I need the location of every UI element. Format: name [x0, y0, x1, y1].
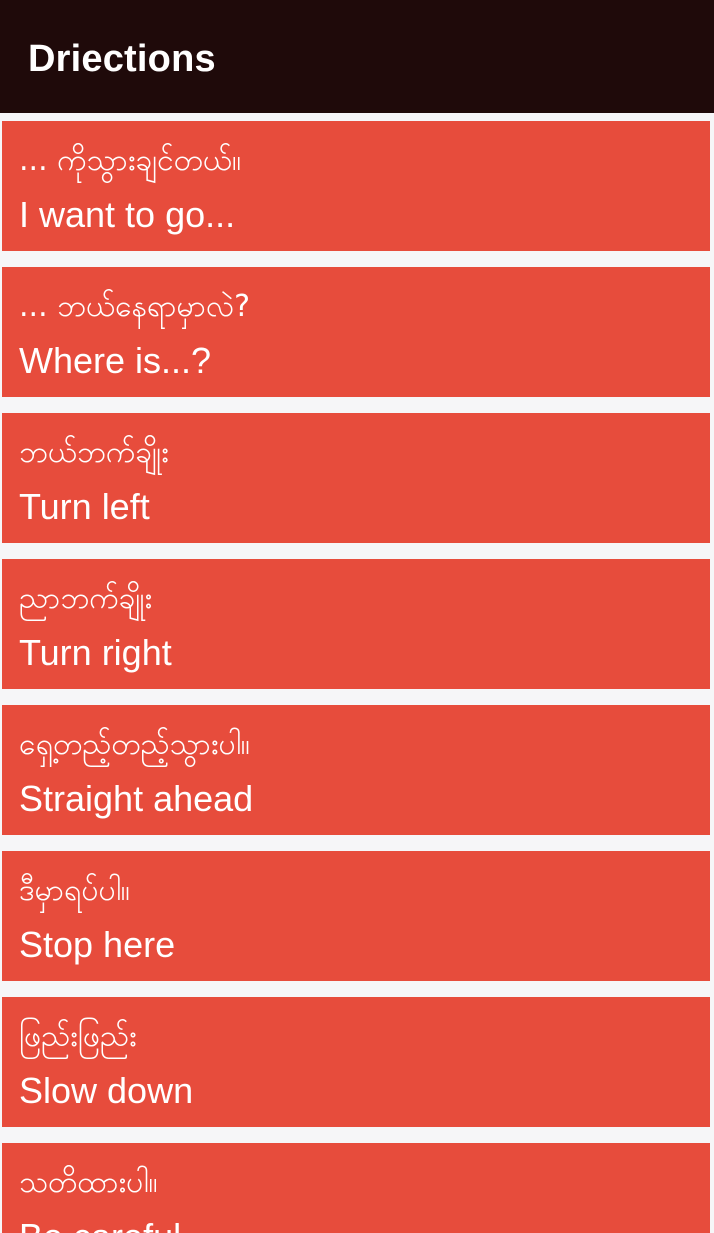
phrase-english: Be careful — [19, 1215, 181, 1233]
phrase-english: Turn right — [19, 632, 172, 673]
phrase-burmese: ... ကိုသွားချင်တယ်။ — [19, 143, 242, 178]
phrase-burmese: ရှေ့တည့်တည့်သွားပါ။ — [19, 727, 250, 762]
page-title: Driections — [28, 38, 216, 80]
phrase-english: Straight ahead — [19, 778, 254, 819]
phrase-burmese: ... ဘယ်နေရာမှာလဲ? — [19, 289, 251, 324]
phrase-card[interactable]: ... ကိုသွားချင်တယ်။ I want to go... — [2, 121, 710, 251]
phrase-burmese: ဒီမှာရပ်ပါ။ — [19, 873, 130, 908]
phrase-card[interactable]: ... ဘယ်နေရာမှာလဲ? Where is...? — [2, 267, 710, 397]
phrase-english: I want to go... — [19, 194, 236, 235]
phrase-english: Turn left — [19, 486, 150, 527]
phrase-english: Stop here — [19, 924, 176, 965]
phrase-card[interactable]: သတိထားပါ။ Be careful — [2, 1143, 710, 1233]
phrase-card[interactable]: ဘယ်ဘက်ချိုး Turn left — [2, 413, 710, 543]
phrase-english: Where is...? — [19, 340, 212, 381]
phrase-english: Slow down — [19, 1070, 194, 1111]
phrase-burmese: ဖြည်းဖြည်း — [19, 1019, 137, 1054]
phrase-burmese: သတိထားပါ။ — [19, 1165, 158, 1200]
phrase-card[interactable]: ဖြည်းဖြည်း Slow down — [2, 997, 710, 1127]
phrase-card[interactable]: ဒီမှာရပ်ပါ။ Stop here — [2, 851, 710, 981]
app-bar: Driections — [0, 0, 714, 113]
phrase-burmese: ညာဘက်ချိုး — [19, 581, 153, 616]
phrase-burmese: ဘယ်ဘက်ချိုး — [19, 435, 169, 470]
phrase-card[interactable]: ညာဘက်ချိုး Turn right — [2, 559, 710, 689]
phrase-card[interactable]: ရှေ့တည့်တည့်သွားပါ။ Straight ahead — [2, 705, 710, 835]
